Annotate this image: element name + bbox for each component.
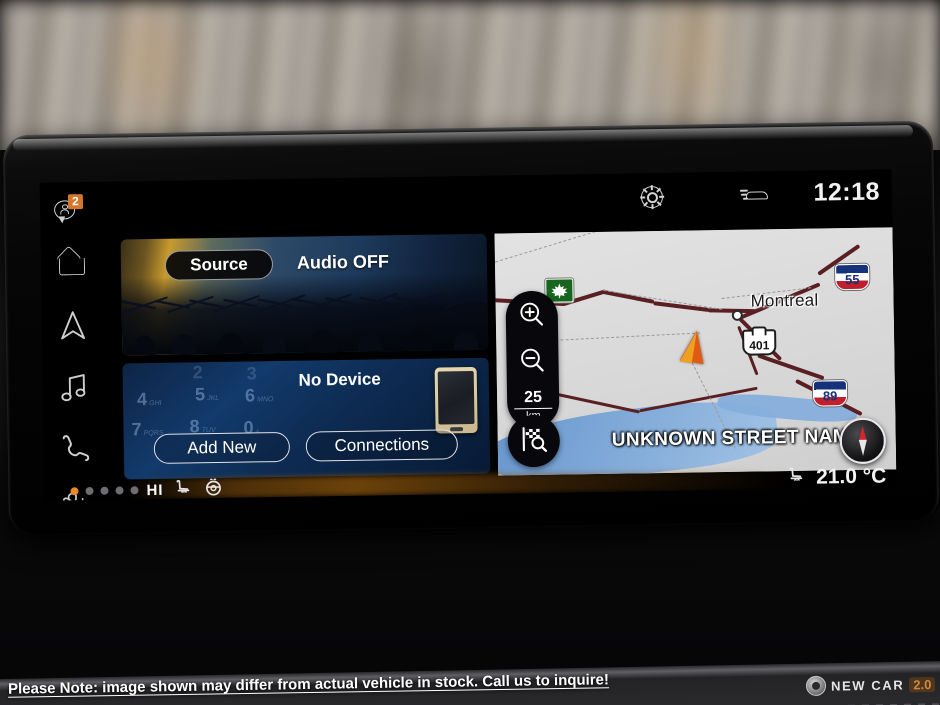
navigation-arrow-icon xyxy=(56,311,90,347)
fan-speed-label: HI xyxy=(146,481,164,499)
map-zoom-controls: 25 km xyxy=(505,290,560,429)
phone-screen xyxy=(437,370,475,425)
zoom-out-button[interactable] xyxy=(510,341,555,386)
person-glyph xyxy=(60,204,68,213)
status-bar: 2 12:18 xyxy=(40,169,893,230)
phone-tile[interactable]: 4 GHI 5 JKL 6 MNO 7 PQRS 8 TUV 0 + 2 3 No Devi… xyxy=(122,357,491,480)
route-shield-401: 401 xyxy=(742,329,777,356)
sidebar-rail xyxy=(40,230,118,501)
page-dot[interactable] xyxy=(130,486,139,495)
motion-line xyxy=(742,197,749,200)
clock: 12:18 xyxy=(813,177,881,207)
page-dot[interactable] xyxy=(115,486,124,495)
notification-count-badge: 2 xyxy=(67,194,84,210)
motion-line xyxy=(740,193,747,196)
phone-home-button xyxy=(450,426,464,431)
heated-steering-wheel-icon[interactable] xyxy=(203,477,223,500)
map-panel[interactable]: Montreal 55 401 89 25 UNKNOWN STREET NAM… xyxy=(494,227,897,476)
infotainment-bezel: 2 12:18 Source Audio OFF 4 GHI 5 JKL 6 M… xyxy=(2,120,940,536)
screenshot-root: VOL 2 xyxy=(0,0,940,705)
logo-text: NEW CAR xyxy=(830,676,905,694)
sidebar-item-phone[interactable] xyxy=(58,430,93,465)
sidebar-item-media[interactable] xyxy=(57,370,92,405)
magnifier-plus-icon xyxy=(517,299,548,334)
current-street-label: UNKNOWN STREET NAME xyxy=(611,425,863,451)
music-note-icon xyxy=(57,374,91,409)
compass-south-needle xyxy=(858,439,868,456)
logo-version: 2.0 xyxy=(909,676,936,692)
city-marker-dot xyxy=(731,309,743,321)
sidebar-item-home[interactable] xyxy=(55,246,90,281)
device-status-label: No Device xyxy=(298,369,381,390)
page-dot[interactable] xyxy=(100,486,109,495)
city-label: Montreal xyxy=(750,290,819,311)
audio-status-label: Audio OFF xyxy=(296,251,390,273)
motion-line xyxy=(739,189,748,192)
source-button[interactable]: Source xyxy=(164,249,274,281)
page-dot[interactable] xyxy=(85,486,94,496)
dealer-watermark-logo: NEW CAR 2.0 xyxy=(805,674,936,697)
climate-left-controls: HI xyxy=(124,476,490,500)
wreath-emblem-icon xyxy=(805,675,827,697)
page-indicator[interactable] xyxy=(70,486,139,496)
heated-seat-icon[interactable] xyxy=(785,465,807,490)
zoom-in-button[interactable] xyxy=(509,295,554,340)
page-dot[interactable] xyxy=(70,487,79,496)
phone-handset-icon xyxy=(58,435,92,469)
climate-right-controls: 21.0 °C xyxy=(785,463,887,490)
temperature-display: 21.0 °C xyxy=(815,463,887,489)
car-motion-icon[interactable] xyxy=(739,186,770,204)
smartphone-illustration xyxy=(434,366,478,434)
gear-icon[interactable] xyxy=(640,185,665,210)
add-new-button[interactable]: Add New xyxy=(153,431,291,464)
destination-search-icon xyxy=(519,424,550,457)
magnifier-minus-icon xyxy=(517,345,548,380)
connections-button[interactable]: Connections xyxy=(305,429,459,462)
home-icon xyxy=(55,246,90,281)
message-badge-icon[interactable]: 2 xyxy=(52,194,84,222)
crowd-arms xyxy=(121,271,488,332)
infotainment-screen[interactable]: 2 12:18 Source Audio OFF 4 GHI 5 JKL 6 M… xyxy=(39,169,897,501)
car-body-glyph xyxy=(745,191,769,200)
route-shield-89: 89 xyxy=(812,380,848,407)
gear-inner xyxy=(646,191,658,203)
heated-seat-icon[interactable] xyxy=(173,478,193,501)
audio-tile[interactable]: Source Audio OFF xyxy=(120,233,489,356)
sidebar-item-navigation[interactable] xyxy=(56,308,91,343)
route-shield-55: 55 xyxy=(835,263,870,291)
map-scale-value: 25 xyxy=(514,388,553,410)
